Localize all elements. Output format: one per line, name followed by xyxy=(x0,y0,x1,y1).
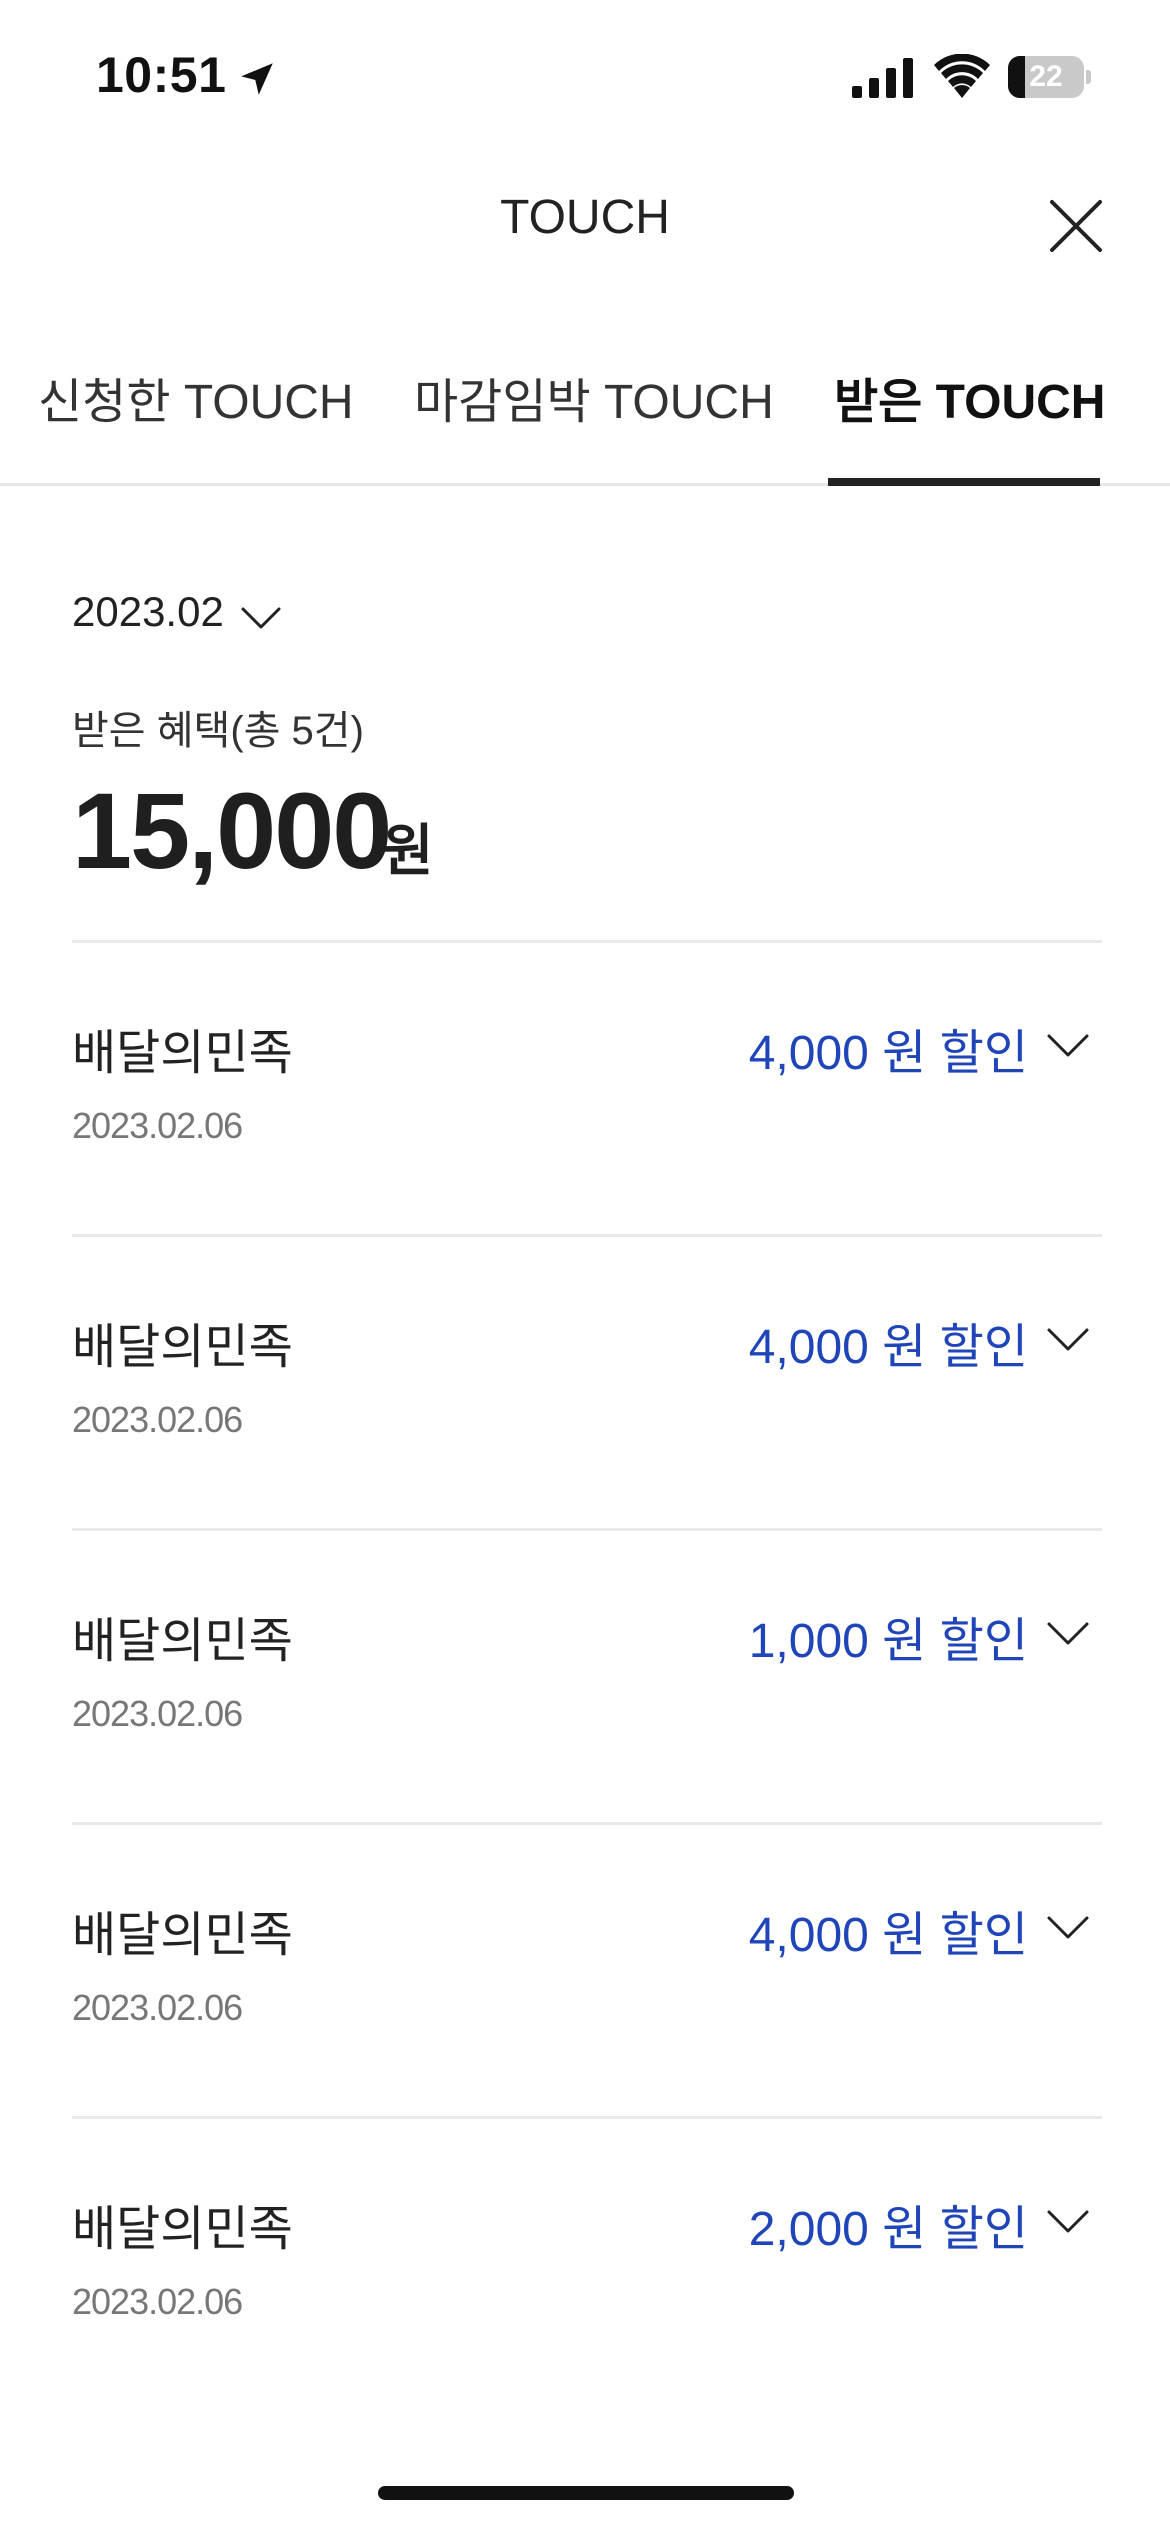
wifi-icon xyxy=(934,54,990,98)
discount-amount[interactable]: 1,000 원 할인 xyxy=(749,1601,1028,1671)
discount-amount[interactable]: 4,000 원 할인 xyxy=(749,1013,1028,1083)
list-item[interactable]: 배달의민족 2023.02.06 2,000 원 할인 xyxy=(72,2116,1102,2410)
status-bar: 10:51 22 xyxy=(0,0,1170,150)
merchant-name: 배달의민족 xyxy=(72,1027,293,1080)
close-icon[interactable] xyxy=(1048,198,1104,254)
list-item[interactable]: 배달의민족 2023.02.06 1,000 원 할인 xyxy=(72,1528,1102,1822)
merchant-name: 배달의민족 xyxy=(72,1321,293,1374)
merchant-name: 배달의민족 xyxy=(72,2203,293,2256)
list-item[interactable]: 배달의민족 2023.02.06 4,000 원 할인 xyxy=(72,1234,1102,1528)
benefit-date: 2023.02.06 xyxy=(72,2281,243,2322)
received-benefits-label: 받은 혜택(총 5건) xyxy=(72,709,364,753)
discount-amount[interactable]: 2,000 원 할인 xyxy=(749,2189,1028,2259)
cellular-signal-icon xyxy=(852,58,913,98)
chevron-down-icon[interactable] xyxy=(1046,1033,1090,1059)
merchant-name: 배달의민족 xyxy=(72,1909,293,1962)
chevron-down-icon[interactable] xyxy=(1046,1915,1090,1941)
list-item[interactable]: 배달의민족 2023.02.06 4,000 원 할인 xyxy=(72,940,1102,1234)
benefit-date: 2023.02.06 xyxy=(72,1693,243,1734)
status-time: 10:51 xyxy=(96,47,227,103)
list-item[interactable]: 배달의민족 2023.02.06 4,000 원 할인 xyxy=(72,1822,1102,2116)
tab-closing-soon-touch[interactable]: 마감임박 TOUCH xyxy=(414,362,774,432)
benefit-date: 2023.02.06 xyxy=(72,1987,243,2028)
currency-unit: 원 xyxy=(382,819,434,882)
chevron-down-icon[interactable] xyxy=(1046,1621,1090,1647)
battery-level: 22 xyxy=(1029,60,1063,93)
month-selector[interactable]: 2023.02 xyxy=(72,588,281,636)
location-arrow-icon xyxy=(241,63,273,95)
home-indicator[interactable] xyxy=(378,2486,794,2500)
tab-applied-touch[interactable]: 신청한 TOUCH xyxy=(38,362,354,432)
screen: 10:51 22 TOUCH 신청한 TOUCH 마감임박 TOUCH 받은 T… xyxy=(0,0,1170,2532)
benefit-date: 2023.02.06 xyxy=(72,1399,243,1440)
total-benefit-amount: 15,000 xyxy=(72,770,392,891)
page-title: TOUCH xyxy=(500,191,670,244)
benefit-date: 2023.02.06 xyxy=(72,1105,243,1146)
tab-bar: 신청한 TOUCH 마감임박 TOUCH 받은 TOUCH xyxy=(0,330,1170,486)
chevron-down-icon[interactable] xyxy=(1046,1327,1090,1353)
discount-amount[interactable]: 4,000 원 할인 xyxy=(749,1895,1028,1965)
month-label: 2023.02 xyxy=(72,588,224,635)
page-header: TOUCH xyxy=(0,150,1170,290)
chevron-down-icon xyxy=(241,607,281,629)
benefit-list: 배달의민족 2023.02.06 4,000 원 할인 배달의민족 2023.0… xyxy=(72,940,1102,2410)
chevron-down-icon[interactable] xyxy=(1046,2209,1090,2235)
tab-received-touch[interactable]: 받은 TOUCH xyxy=(834,362,1105,432)
discount-amount[interactable]: 4,000 원 할인 xyxy=(749,1307,1028,1377)
merchant-name: 배달의민족 xyxy=(72,1615,293,1668)
battery-icon: 22 xyxy=(1008,56,1091,98)
active-tab-indicator xyxy=(828,478,1100,486)
